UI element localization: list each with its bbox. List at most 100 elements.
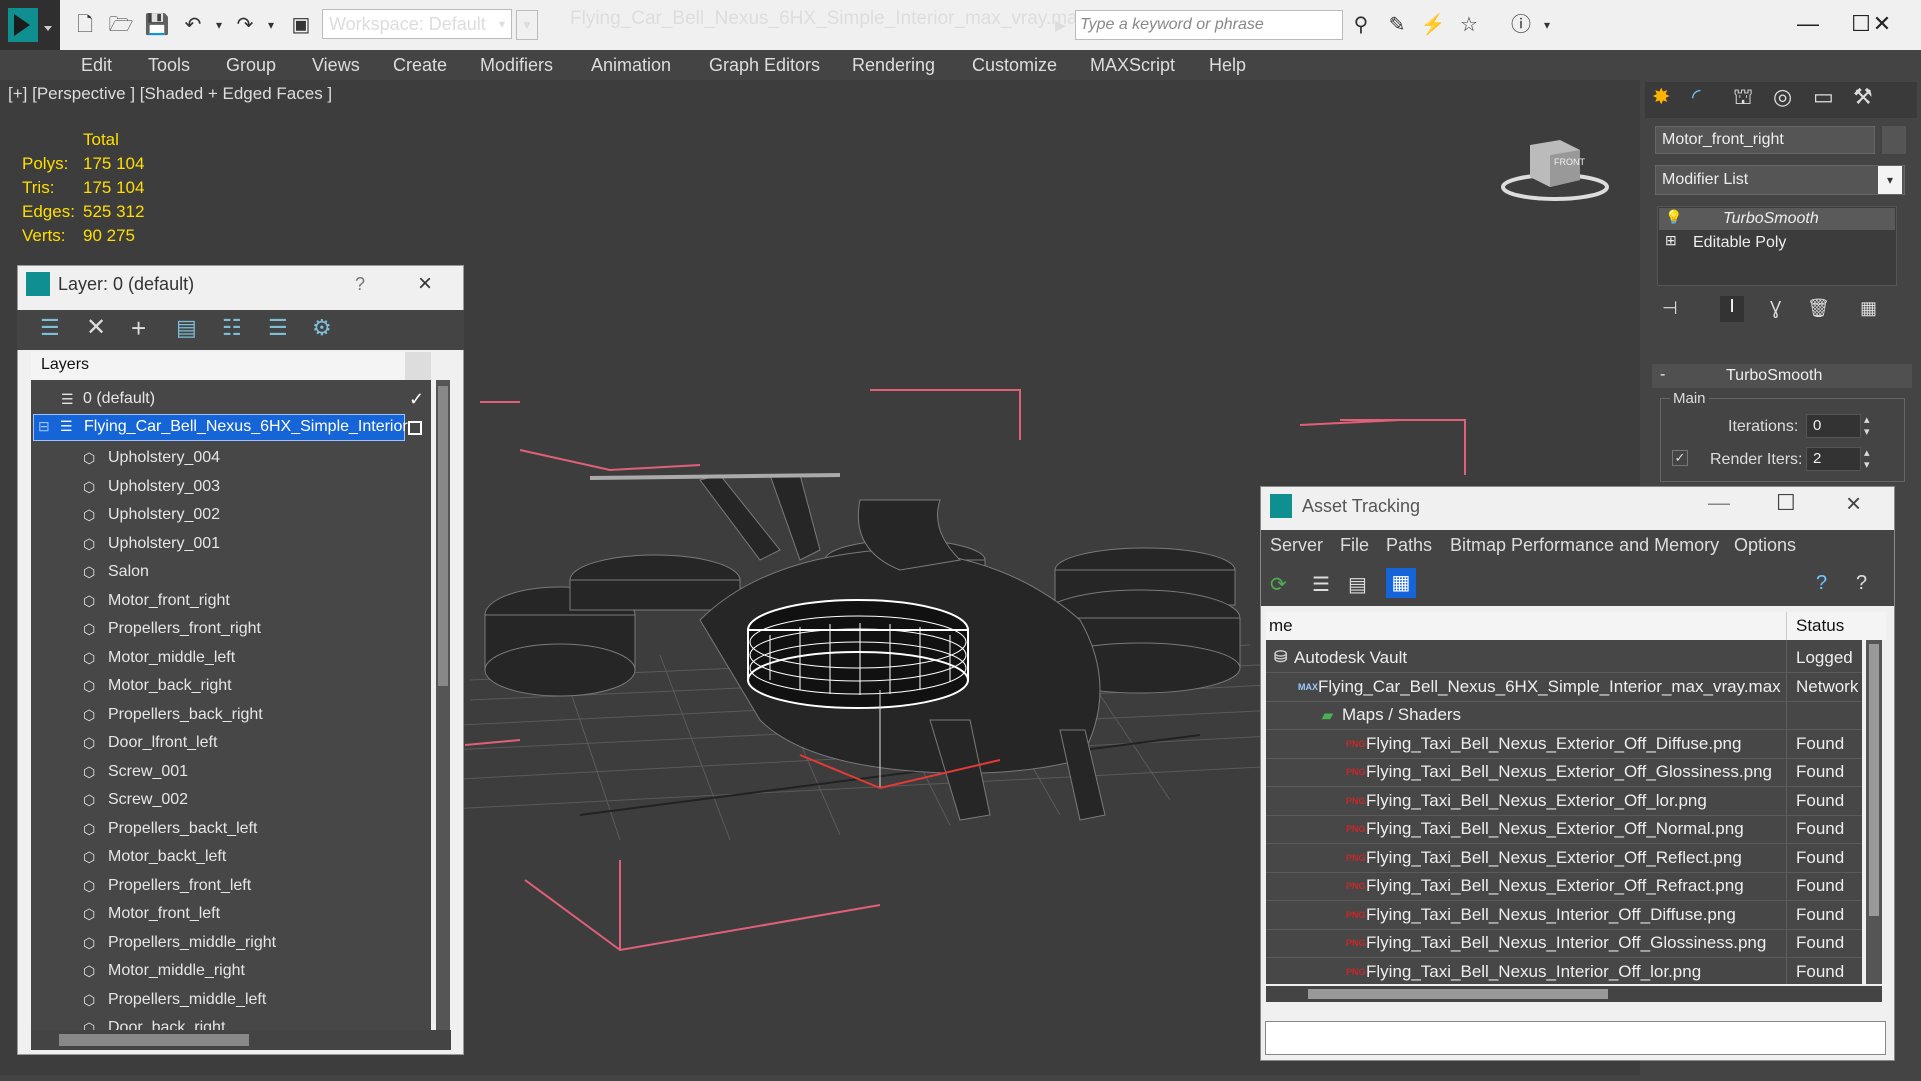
layer-item-row[interactable]: ⬡ Motor_front_right bbox=[31, 587, 431, 615]
layer-hide-toggle[interactable] bbox=[408, 421, 422, 435]
asset-menu-options[interactable]: Options bbox=[1734, 535, 1796, 556]
remove-modifier-icon[interactable]: 🗑 bbox=[1807, 298, 1830, 319]
asset-row[interactable]: PNG Flying_Taxi_Bell_Nexus_Exterior_Off_l… bbox=[1266, 787, 1862, 816]
asset-menu-server[interactable]: Server bbox=[1270, 535, 1323, 556]
asset-row[interactable]: ⛁ Autodesk Vault Logged bbox=[1266, 644, 1862, 673]
binoculars-icon[interactable]: ⚲ bbox=[1348, 12, 1374, 38]
menu-help[interactable]: Help bbox=[1209, 50, 1246, 80]
refresh-icon[interactable]: ⟳ bbox=[1270, 572, 1287, 597]
asset-col-name[interactable]: me bbox=[1269, 616, 1293, 636]
menu-group[interactable]: Group bbox=[226, 50, 276, 80]
menu-customize[interactable]: Customize bbox=[972, 50, 1057, 80]
asset-row[interactable]: PNG Flying_Taxi_Bell_Nexus_Interior_Off_D… bbox=[1266, 901, 1862, 930]
render-iters-checkbox[interactable]: ✓ bbox=[1672, 450, 1688, 466]
help-button[interactable]: ? bbox=[355, 274, 365, 295]
layers-column-header[interactable] bbox=[31, 352, 431, 380]
make-current-icon[interactable]: ☰ bbox=[268, 315, 288, 341]
asset-menu-paths[interactable]: Paths bbox=[1386, 535, 1432, 556]
layer-item-row[interactable]: ⬡ Motor_backt_left bbox=[31, 843, 431, 871]
layer-item-row[interactable]: ⬡ Propellers_middle_left bbox=[31, 986, 431, 1014]
asset-help-icon[interactable]: ? bbox=[1816, 572, 1827, 595]
pin-stack-icon[interactable]: ⊣ bbox=[1662, 298, 1678, 319]
render-iters-spinner-arrows-icon[interactable]: ▴ ▾ bbox=[1864, 447, 1870, 471]
modifier-list-dropdown[interactable]: Modifier List ▾ bbox=[1655, 165, 1905, 195]
chevron-right-icon[interactable]: ▶ bbox=[1055, 12, 1071, 38]
iterations-spinner-input[interactable]: 0 bbox=[1806, 414, 1861, 438]
collapse-icon[interactable]: ⊟ bbox=[38, 418, 50, 435]
configure-sets-icon[interactable]: ▦ bbox=[1860, 298, 1877, 319]
turbosmooth-rollout-header[interactable]: - TurboSmooth bbox=[1652, 364, 1912, 388]
menu-edit[interactable]: Edit bbox=[81, 50, 112, 80]
layer-hscrollbar-thumb[interactable] bbox=[59, 1034, 249, 1046]
asset-col-status[interactable]: Status bbox=[1796, 616, 1844, 636]
menu-create[interactable]: Create bbox=[393, 50, 447, 80]
asset-row[interactable]: ▰ Maps / Shaders bbox=[1266, 701, 1862, 730]
asset-menu-bitmap-performance[interactable]: Bitmap Performance and Memory bbox=[1450, 535, 1719, 556]
layer-item-row[interactable]: ⬡ Upholstery_003 bbox=[31, 473, 431, 501]
redo-dropdown-icon[interactable]: ▾ bbox=[258, 12, 284, 38]
add-to-layer-icon[interactable]: + bbox=[131, 313, 146, 344]
asset-row[interactable]: PNG Flying_Taxi_Bell_Nexus_Exterior_Off_R… bbox=[1266, 872, 1862, 901]
asset-help-2-icon[interactable]: ? bbox=[1856, 572, 1867, 595]
layer-hscrollbar[interactable] bbox=[31, 1030, 451, 1050]
modify-tab-icon[interactable]: ◜ bbox=[1692, 84, 1701, 110]
asset-scrollbar[interactable] bbox=[1866, 640, 1882, 984]
utilities-tab-icon[interactable]: ⚒ bbox=[1853, 84, 1873, 110]
layer-item-row[interactable]: ⬡ Motor_middle_left bbox=[31, 644, 431, 672]
open-file-icon[interactable]: 🗁 bbox=[108, 12, 134, 38]
layer-item-row[interactable]: ⬡ Motor_front_left bbox=[31, 900, 431, 928]
menu-tools[interactable]: Tools bbox=[148, 50, 190, 80]
viewcube[interactable]: FRONT bbox=[1500, 135, 1610, 205]
asset-scrollbar-thumb[interactable] bbox=[1869, 644, 1879, 916]
layer-item-row[interactable]: ⬡ Salon bbox=[31, 558, 431, 586]
layer-item-row[interactable]: ⬡ Propellers_middle_right bbox=[31, 929, 431, 957]
layer-scrollbar[interactable] bbox=[436, 380, 450, 1030]
tools-icon[interactable]: ✎ bbox=[1384, 12, 1410, 38]
save-icon[interactable]: 💾 bbox=[144, 12, 170, 38]
layer-item-row[interactable]: ⬡ Propellers_back_right bbox=[31, 701, 431, 729]
asset-row[interactable]: PNG Flying_Taxi_Bell_Nexus_Interior_Off_G… bbox=[1266, 929, 1862, 958]
close-layer-window-button[interactable]: × bbox=[418, 270, 432, 298]
menu-rendering[interactable]: Rendering bbox=[852, 50, 935, 80]
search-input[interactable]: Type a keyword or phrase bbox=[1075, 10, 1343, 40]
layer-properties-icon[interactable]: ⚙ bbox=[312, 315, 332, 341]
object-name-field[interactable]: Motor_front_right bbox=[1655, 126, 1875, 154]
layer-item-row[interactable]: ⬡ Screw_002 bbox=[31, 786, 431, 814]
asset-minimize-button[interactable]: — bbox=[1708, 490, 1730, 516]
project-folder-icon[interactable]: ▣ bbox=[288, 12, 314, 38]
workspace-menu-button[interactable]: ▼ bbox=[516, 10, 538, 40]
lightbulb-icon[interactable]: 💡 bbox=[1665, 209, 1682, 226]
redo-icon[interactable]: ↷ bbox=[232, 12, 258, 38]
undo-dropdown-icon[interactable]: ▾ bbox=[206, 12, 232, 38]
workspace-dropdown[interactable]: Workspace: Default ▾ bbox=[322, 9, 512, 39]
layer-item-row[interactable]: ⬡ Upholstery_001 bbox=[31, 530, 431, 558]
asset-row[interactable]: PNG Flying_Taxi_Bell_Nexus_Exterior_Off_D… bbox=[1266, 730, 1862, 759]
tree-view-icon[interactable]: ▤ bbox=[1348, 572, 1367, 597]
make-unique-icon[interactable]: Ɣ bbox=[1770, 298, 1781, 319]
close-window-button[interactable]: ✕ bbox=[1862, 6, 1902, 42]
layer-scrollbar-thumb[interactable] bbox=[438, 386, 448, 686]
iterations-spinner-arrows-icon[interactable]: ▴ ▾ bbox=[1864, 414, 1870, 438]
layer-item-row[interactable]: ⬡ Door_lfront_left bbox=[31, 729, 431, 757]
asset-path-field[interactable] bbox=[1265, 1021, 1886, 1055]
menu-views[interactable]: Views bbox=[312, 50, 360, 80]
modifier-stack-item-turbosmooth[interactable]: 💡 TurboSmooth bbox=[1659, 208, 1895, 230]
favorites-star-icon[interactable]: ☆ bbox=[1456, 12, 1482, 38]
layer-item-row[interactable]: ⬡ Propellers_front_left bbox=[31, 872, 431, 900]
object-color-swatch[interactable] bbox=[1882, 126, 1906, 154]
menu-modifiers[interactable]: Modifiers bbox=[480, 50, 553, 80]
expand-plus-icon[interactable]: ⊞ bbox=[1665, 232, 1677, 249]
layer-new-icon[interactable]: ☰ bbox=[40, 315, 60, 341]
asset-row[interactable]: MAX Flying_Car_Bell_Nexus_6HX_Simple_Inte… bbox=[1266, 673, 1862, 702]
display-tab-icon[interactable]: ▭ bbox=[1813, 84, 1834, 110]
create-tab-icon[interactable]: ✸ bbox=[1652, 84, 1670, 110]
asset-menu-file[interactable]: File bbox=[1340, 535, 1369, 556]
viewport-label-menu[interactable]: [+] [Perspective ] [Shaded + Edged Faces… bbox=[8, 84, 332, 104]
menu-animation[interactable]: Animation bbox=[591, 50, 671, 80]
subscription-icon[interactable]: ⚡ bbox=[1420, 12, 1446, 38]
list-view-icon[interactable]: ☰ bbox=[1312, 572, 1330, 597]
hierarchy-tab-icon[interactable]: ⛫ bbox=[1733, 84, 1753, 113]
menu-graph-editors[interactable]: Graph Editors bbox=[709, 50, 820, 80]
minimize-button[interactable]: — bbox=[1788, 6, 1828, 42]
asset-hscrollbar[interactable] bbox=[1266, 986, 1882, 1002]
